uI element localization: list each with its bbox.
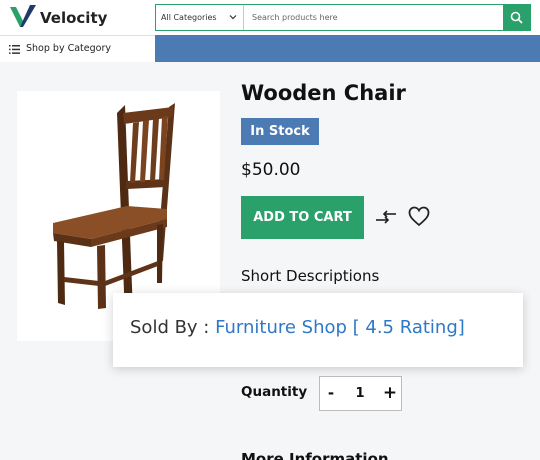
more-information-heading[interactable]: More Information	[241, 450, 389, 460]
seller-shop-link[interactable]: Furniture Shop [ 4.5 Rating]	[215, 317, 465, 338]
chevron-down-icon	[229, 15, 237, 20]
seller-info-card: Sold By : Furniture Shop [ 4.5 Rating]	[113, 293, 523, 367]
category-select[interactable]: All Categories	[156, 5, 244, 30]
add-to-cart-button[interactable]: ADD TO CART	[241, 196, 364, 239]
quantity-increase-button[interactable]: +	[378, 377, 402, 410]
category-select-value: All Categories	[161, 13, 217, 22]
quantity-label: Quantity	[241, 384, 308, 400]
heart-icon[interactable]	[408, 206, 430, 227]
velocity-logo-icon[interactable]	[10, 5, 36, 29]
compare-icon[interactable]	[374, 207, 398, 227]
brand-name[interactable]: Velocity	[40, 9, 107, 27]
search-button[interactable]	[503, 5, 530, 30]
product-price: $50.00	[241, 160, 301, 180]
in-stock-badge: In Stock	[241, 118, 319, 145]
search-bar: All Categories	[155, 4, 531, 31]
quantity-value[interactable]: 1	[342, 377, 378, 410]
shop-by-category-button[interactable]: Shop by Category	[0, 35, 155, 62]
shop-by-category-label: Shop by Category	[26, 43, 111, 54]
quantity-decrease-button[interactable]: -	[320, 377, 342, 410]
short-descriptions-heading: Short Descriptions	[241, 267, 380, 285]
seller-text: Sold By : Furniture Shop [ 4.5 Rating]	[130, 317, 465, 338]
sold-by-label: Sold By :	[130, 317, 216, 338]
main-nav-bar	[155, 35, 540, 62]
quantity-stepper: - 1 +	[319, 376, 402, 411]
top-header: Velocity All Categories	[0, 0, 540, 35]
product-title: Wooden Chair	[241, 81, 406, 105]
list-icon	[9, 45, 20, 54]
search-input[interactable]	[245, 5, 503, 30]
search-icon	[510, 11, 523, 24]
